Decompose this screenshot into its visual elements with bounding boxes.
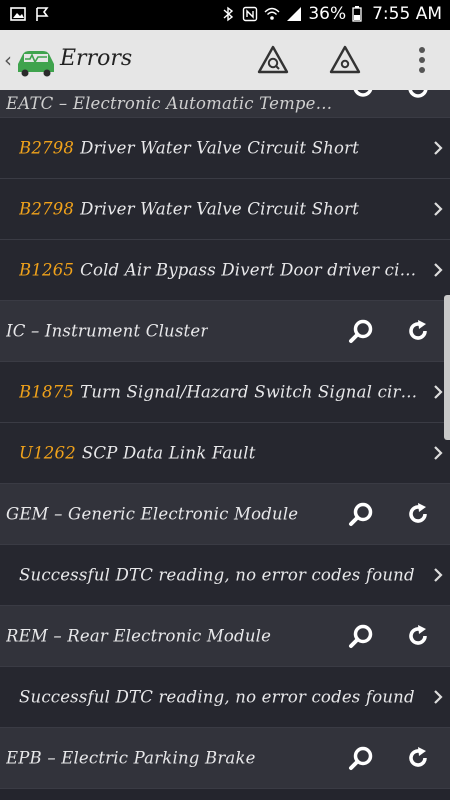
module-name: REM – Rear Electronic Module [6, 626, 272, 646]
error-code: B1875 [19, 382, 75, 402]
info-message: Successful DTC reading, no error codes f… [19, 565, 415, 585]
error-list: EATC – Electronic Automatic Tempera... B… [0, 90, 450, 800]
chevron-right-icon [434, 690, 443, 704]
chevron-right-icon [434, 446, 443, 460]
search-icon[interactable] [348, 318, 374, 344]
search-icon[interactable] [348, 745, 374, 771]
signal-icon [287, 7, 302, 21]
error-description: SCP Data Link Fault [81, 443, 256, 463]
error-code: B2798 [19, 138, 75, 158]
chevron-right-icon [434, 202, 443, 216]
module-row[interactable]: EATC – Electronic Automatic Tempera... [0, 90, 450, 118]
info-row[interactable]: Successful DTC reading, no error codes f… [0, 667, 450, 728]
error-description: Turn Signal/Hazard Switch Signal circuit… [80, 382, 424, 402]
more-vert-icon[interactable] [418, 46, 426, 74]
scrollbar-thumb[interactable] [444, 295, 450, 440]
module-row[interactable]: REM – Rear Electronic Module [0, 606, 450, 667]
chevron-right-icon [434, 568, 443, 582]
error-description: Cold Air Bypass Divert Door driver circu… [80, 260, 424, 280]
search-icon[interactable] [348, 90, 374, 116]
clock: 7:55 AM [372, 4, 442, 24]
nfc-icon [243, 6, 258, 22]
error-row[interactable]: B1265 Cold Air Bypass Divert Door driver … [0, 240, 450, 301]
info-row[interactable]: Successful DTC reading, no error codes f… [0, 545, 450, 606]
chevron-right-icon [434, 385, 443, 399]
warning-icon[interactable] [328, 43, 362, 77]
car-diagnostic-logo-icon [18, 51, 54, 77]
chevron-right-icon [434, 141, 443, 155]
error-description: Driver Water Valve Circuit Short [80, 199, 360, 219]
info-message: Successful DTC reading, no error codes f… [19, 687, 415, 707]
module-name: IC – Instrument Cluster [6, 321, 209, 341]
refresh-icon[interactable] [406, 90, 430, 114]
error-code: U1262 [19, 443, 76, 463]
error-code: B1265 [19, 260, 75, 280]
search-icon[interactable] [348, 623, 374, 649]
module-name: EPB – Electric Parking Brake [6, 748, 256, 768]
app-bar: ‹ Errors [0, 30, 450, 90]
error-description: Driver Water Valve Circuit Short [80, 138, 360, 158]
refresh-icon[interactable] [406, 746, 430, 770]
page-title: Errors [60, 46, 133, 71]
module-row[interactable]: GEM – Generic Electronic Module [0, 484, 450, 545]
battery-icon [352, 6, 362, 22]
bluetooth-icon [223, 6, 234, 22]
refresh-icon[interactable] [406, 502, 430, 526]
module-name: EATC – Electronic Automatic Tempera... [6, 94, 336, 113]
error-row[interactable]: B1875 Turn Signal/Hazard Switch Signal ci… [0, 362, 450, 423]
search-icon[interactable] [348, 501, 374, 527]
gallery-icon [10, 7, 26, 21]
module-row[interactable]: EPB – Electric Parking Brake [0, 728, 450, 789]
back-arrow-icon[interactable]: ‹ [4, 48, 12, 72]
error-code: B2798 [19, 199, 75, 219]
chevron-right-icon [434, 263, 443, 277]
error-row[interactable]: U1262 SCP Data Link Fault [0, 423, 450, 484]
wifi-icon [264, 7, 280, 20]
flag-icon [36, 7, 49, 21]
status-bar: 36% 7:55 AM [0, 0, 450, 30]
error-row[interactable]: B2798 Driver Water Valve Circuit Short [0, 179, 450, 240]
warning-scan-icon[interactable] [256, 43, 290, 77]
error-row[interactable]: B2798 Driver Water Valve Circuit Short [0, 118, 450, 179]
refresh-icon[interactable] [406, 624, 430, 648]
module-name: GEM – Generic Electronic Module [6, 504, 299, 524]
refresh-icon[interactable] [406, 319, 430, 343]
module-row[interactable]: IC – Instrument Cluster [0, 301, 450, 362]
battery-percent: 36% [308, 4, 347, 24]
